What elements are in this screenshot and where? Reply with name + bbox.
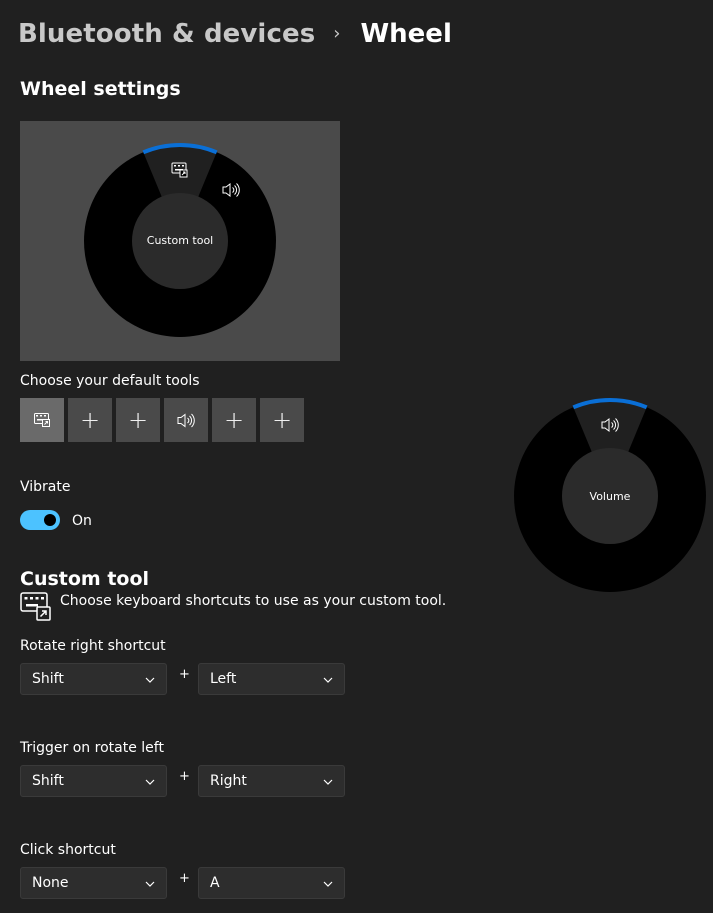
plus-icon: + (223, 406, 245, 434)
toggle-knob (44, 514, 56, 526)
select-value: None (32, 875, 69, 891)
chevron-down-icon (145, 677, 155, 683)
wheel-settings-heading: Wheel settings (20, 78, 181, 100)
rotate-right-key-select[interactable]: Left (198, 663, 345, 695)
wheel-settings-page: Bluetooth & devices › Wheel Wheel settin… (0, 0, 713, 913)
chevron-down-icon (145, 881, 155, 887)
custom-tool-heading: Custom tool (20, 568, 150, 590)
breadcrumb: Bluetooth & devices › Wheel (18, 14, 452, 54)
rotate-left-modifier-select[interactable]: Shift (20, 765, 167, 797)
volume-wheel-center-label: Volume (590, 490, 631, 503)
tool-slot-volume[interactable] (164, 398, 208, 442)
wheel-center-label: Custom tool (147, 234, 213, 247)
click-modifier-select[interactable]: None (20, 867, 167, 899)
default-tools-label: Choose your default tools (20, 373, 200, 389)
custom-tool-description: Choose keyboard shortcuts to use as your… (60, 593, 447, 609)
plus-icon: + (79, 406, 101, 434)
rotate-right-modifier-select[interactable]: Shift (20, 663, 167, 695)
chevron-down-icon (323, 779, 333, 785)
select-value: A (210, 875, 220, 891)
rotate-left-shortcut-label: Trigger on rotate left (20, 740, 164, 756)
volume-icon (177, 413, 195, 427)
plus-sign: + (179, 871, 190, 886)
breadcrumb-separator: › (333, 22, 341, 44)
keyboard-shortcut-icon (20, 592, 52, 626)
select-value: Shift (32, 773, 64, 789)
select-value: Shift (32, 671, 64, 687)
chevron-down-icon (145, 779, 155, 785)
volume-wheel-overlay: Volume (514, 398, 710, 598)
plus-sign: + (179, 769, 190, 784)
click-key-select[interactable]: A (198, 867, 345, 899)
chevron-down-icon (323, 881, 333, 887)
tool-slot-add-6[interactable]: + (260, 398, 304, 442)
click-shortcut-label: Click shortcut (20, 842, 116, 858)
plus-sign: + (179, 667, 190, 682)
select-value: Left (210, 671, 237, 687)
wheel-preview: Custom tool (20, 121, 340, 361)
chevron-down-icon (323, 677, 333, 683)
keyboard-shortcut-icon (34, 413, 50, 427)
default-tools-row: + + + + (20, 398, 304, 442)
rotate-right-shortcut-label: Rotate right shortcut (20, 638, 166, 654)
vibrate-state-label: On (72, 513, 92, 529)
plus-icon: + (271, 406, 293, 434)
breadcrumb-parent-link[interactable]: Bluetooth & devices (18, 19, 315, 49)
tool-slot-custom-tool[interactable] (20, 398, 64, 442)
page-title: Wheel (360, 19, 452, 49)
vibrate-label: Vibrate (20, 479, 71, 495)
tool-slot-add-5[interactable]: + (212, 398, 256, 442)
rotate-left-key-select[interactable]: Right (198, 765, 345, 797)
select-value: Right (210, 773, 247, 789)
vibrate-toggle[interactable] (20, 510, 60, 530)
tool-slot-add-3[interactable]: + (116, 398, 160, 442)
tool-slot-add-2[interactable]: + (68, 398, 112, 442)
plus-icon: + (127, 406, 149, 434)
